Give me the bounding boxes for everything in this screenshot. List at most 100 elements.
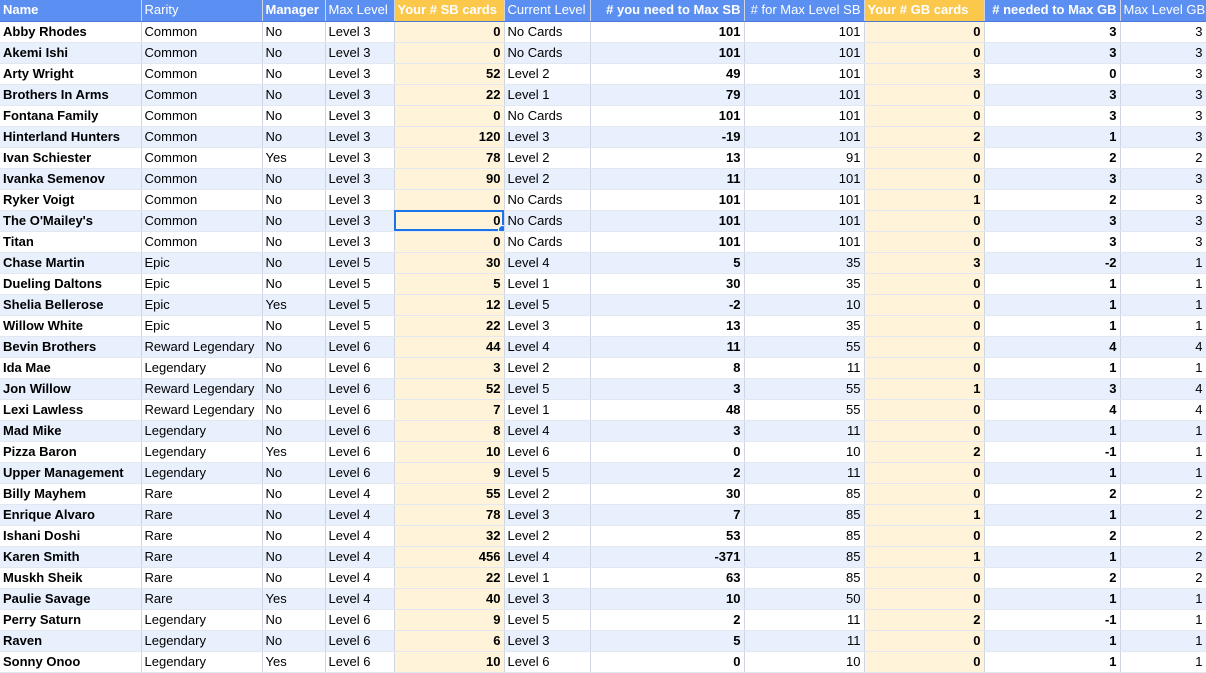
cell-name[interactable]: Ida Mae (0, 357, 142, 379)
cell-current-level[interactable]: Level 2 (504, 147, 591, 169)
cell-manager[interactable]: No (262, 189, 326, 211)
cell-max-level[interactable]: Level 3 (325, 231, 395, 253)
cell-your-gb-cards[interactable]: 0 (864, 420, 985, 442)
cell-needed-max-gb[interactable]: -2 (984, 252, 1121, 274)
cell-rarity[interactable]: Reward Legendary (141, 399, 263, 421)
cell-needed-max-sb[interactable]: -19 (590, 126, 745, 148)
cell-manager[interactable]: No (262, 105, 326, 127)
cell-max-level[interactable]: Level 6 (325, 420, 395, 442)
cell-your-gb-cards[interactable]: 0 (864, 567, 985, 589)
cell-rarity[interactable]: Epic (141, 252, 263, 274)
cell-needed-max-sb[interactable]: 0 (590, 651, 745, 673)
cell-name[interactable]: Fontana Family (0, 105, 142, 127)
cell-needed-max-gb[interactable]: 3 (984, 21, 1121, 43)
cell-max-level-gb[interactable]: 2 (1120, 525, 1206, 547)
cell-your-sb-cards[interactable]: 7 (394, 399, 505, 421)
cell-current-level[interactable]: Level 2 (504, 525, 591, 547)
cell-max-level-gb[interactable]: 1 (1120, 588, 1206, 610)
cell-current-level[interactable]: Level 1 (504, 84, 591, 106)
cell-for-max-level-sb[interactable]: 11 (744, 609, 865, 631)
cell-for-max-level-sb[interactable]: 55 (744, 399, 865, 421)
cell-max-level-gb[interactable]: 1 (1120, 357, 1206, 379)
cell-rarity[interactable]: Reward Legendary (141, 378, 263, 400)
cell-needed-max-gb[interactable]: 2 (984, 147, 1121, 169)
cell-needed-max-sb[interactable]: 101 (590, 231, 745, 253)
cell-max-level[interactable]: Level 3 (325, 42, 395, 64)
cell-your-sb-cards[interactable]: 0 (394, 105, 505, 127)
cell-needed-max-gb[interactable]: -1 (984, 609, 1121, 631)
cell-your-sb-cards[interactable]: 52 (394, 63, 505, 85)
cell-max-level-gb[interactable]: 4 (1120, 336, 1206, 358)
cell-max-level[interactable]: Level 6 (325, 399, 395, 421)
cell-needed-max-sb[interactable]: 10 (590, 588, 745, 610)
cell-rarity[interactable]: Legendary (141, 462, 263, 484)
cell-for-max-level-sb[interactable]: 101 (744, 21, 865, 43)
cell-needed-max-sb[interactable]: 48 (590, 399, 745, 421)
cell-your-sb-cards[interactable]: 0 (394, 42, 505, 64)
cell-your-gb-cards[interactable]: 1 (864, 189, 985, 211)
cell-max-level[interactable]: Level 3 (325, 63, 395, 85)
cell-manager[interactable]: No (262, 252, 326, 274)
cell-current-level[interactable]: Level 3 (504, 504, 591, 526)
cell-for-max-level-sb[interactable]: 85 (744, 567, 865, 589)
cell-needed-max-gb[interactable]: 1 (984, 588, 1121, 610)
cell-rarity[interactable]: Rare (141, 567, 263, 589)
cell-current-level[interactable]: Level 5 (504, 378, 591, 400)
cell-your-gb-cards[interactable]: 3 (864, 63, 985, 85)
cell-needed-max-gb[interactable]: 1 (984, 420, 1121, 442)
column-header-needed-max-gb[interactable]: # needed to Max GB (984, 0, 1121, 22)
cell-current-level[interactable]: Level 2 (504, 63, 591, 85)
cell-rarity[interactable]: Common (141, 168, 263, 190)
cell-name[interactable]: Ivan Schiester (0, 147, 142, 169)
cell-max-level-gb[interactable]: 1 (1120, 294, 1206, 316)
cell-for-max-level-sb[interactable]: 35 (744, 252, 865, 274)
cell-your-sb-cards[interactable]: 22 (394, 567, 505, 589)
cell-needed-max-sb[interactable]: 7 (590, 504, 745, 526)
cell-name[interactable]: Shelia Bellerose (0, 294, 142, 316)
cell-max-level[interactable]: Level 4 (325, 525, 395, 547)
cell-max-level[interactable]: Level 4 (325, 504, 395, 526)
cell-name[interactable]: Bevin Brothers (0, 336, 142, 358)
cell-your-sb-cards[interactable]: 0 (394, 231, 505, 253)
cell-max-level[interactable]: Level 3 (325, 147, 395, 169)
cell-your-sb-cards[interactable]: 12 (394, 294, 505, 316)
cell-manager[interactable]: No (262, 168, 326, 190)
cell-max-level-gb[interactable]: 3 (1120, 42, 1206, 64)
cell-needed-max-gb[interactable]: 1 (984, 273, 1121, 295)
cell-current-level[interactable]: Level 1 (504, 273, 591, 295)
cell-manager[interactable]: Yes (262, 294, 326, 316)
cell-for-max-level-sb[interactable]: 101 (744, 189, 865, 211)
cell-name[interactable]: Karen Smith (0, 546, 142, 568)
column-header-your-gb-cards[interactable]: Your # GB cards (864, 0, 985, 22)
cell-your-sb-cards[interactable]: 30 (394, 252, 505, 274)
cell-name[interactable]: Titan (0, 231, 142, 253)
cell-max-level[interactable]: Level 6 (325, 630, 395, 652)
cell-needed-max-sb[interactable]: 5 (590, 252, 745, 274)
cell-name[interactable]: Upper Management (0, 462, 142, 484)
cell-manager[interactable]: Yes (262, 588, 326, 610)
cell-for-max-level-sb[interactable]: 101 (744, 63, 865, 85)
cell-rarity[interactable]: Rare (141, 483, 263, 505)
cell-name[interactable]: Brothers In Arms (0, 84, 142, 106)
cell-needed-max-sb[interactable]: 49 (590, 63, 745, 85)
cell-current-level[interactable]: Level 4 (504, 420, 591, 442)
cell-needed-max-sb[interactable]: 101 (590, 210, 745, 232)
cell-rarity[interactable]: Common (141, 210, 263, 232)
cell-manager[interactable]: Yes (262, 651, 326, 673)
cell-max-level-gb[interactable]: 1 (1120, 315, 1206, 337)
cell-max-level-gb[interactable]: 3 (1120, 84, 1206, 106)
cell-rarity[interactable]: Rare (141, 525, 263, 547)
cell-current-level[interactable]: No Cards (504, 21, 591, 43)
cell-rarity[interactable]: Common (141, 63, 263, 85)
cell-needed-max-sb[interactable]: 8 (590, 357, 745, 379)
cell-your-sb-cards[interactable]: 44 (394, 336, 505, 358)
cell-name[interactable]: Enrique Alvaro (0, 504, 142, 526)
cell-needed-max-sb[interactable]: 63 (590, 567, 745, 589)
cell-rarity[interactable]: Common (141, 189, 263, 211)
cell-your-sb-cards[interactable]: 10 (394, 441, 505, 463)
cell-max-level-gb[interactable]: 3 (1120, 126, 1206, 148)
cell-max-level[interactable]: Level 3 (325, 210, 395, 232)
cell-manager[interactable]: No (262, 546, 326, 568)
cell-rarity[interactable]: Rare (141, 546, 263, 568)
cell-needed-max-sb[interactable]: 101 (590, 189, 745, 211)
